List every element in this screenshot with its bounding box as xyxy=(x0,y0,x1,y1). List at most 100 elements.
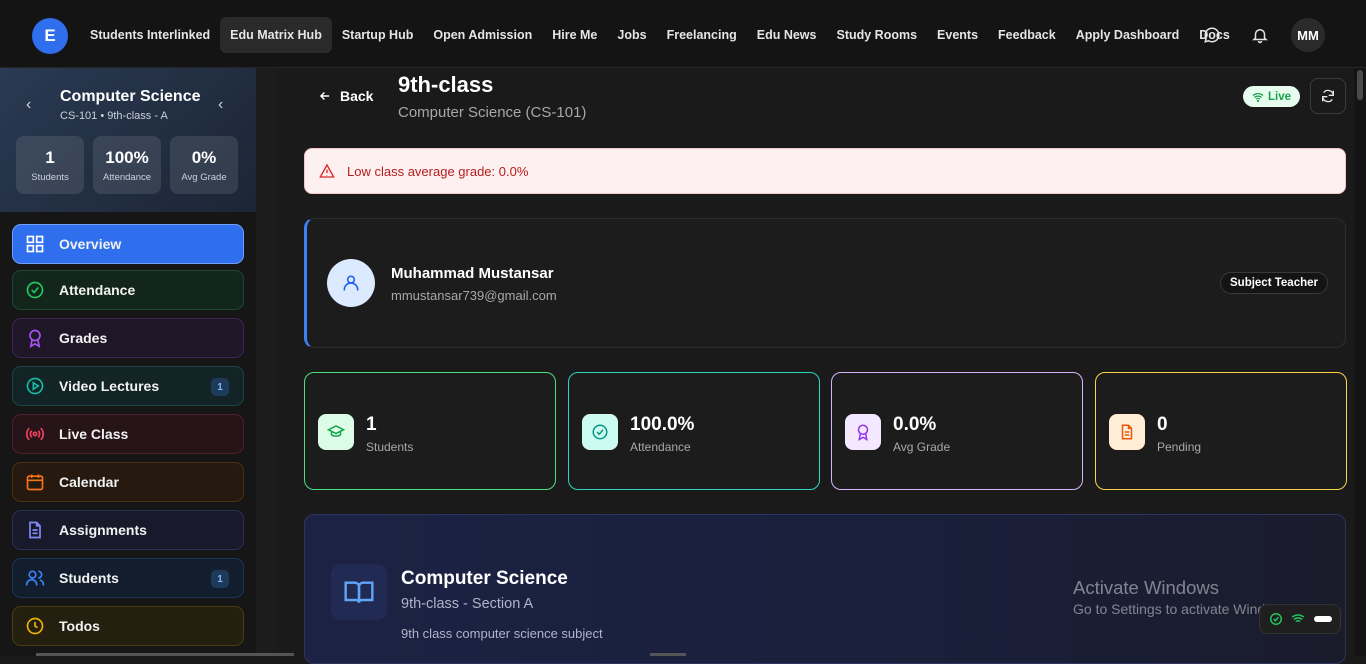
back-label: Back xyxy=(340,88,374,104)
nav-link-hire-me[interactable]: Hire Me xyxy=(542,17,607,53)
sidebar-item-grades[interactable]: Grades xyxy=(12,318,244,358)
nav-link-startup-hub[interactable]: Startup Hub xyxy=(332,17,424,53)
sidebar-item-label: Live Class xyxy=(59,426,129,442)
stat-value: 1 xyxy=(366,414,377,435)
sidebar-item-video-lectures[interactable]: Video Lectures 1 xyxy=(12,366,244,406)
sidebar-item-label: Grades xyxy=(59,330,108,346)
sidebar-item-live-class[interactable]: Live Class xyxy=(12,414,244,454)
nav-link-feedback[interactable]: Feedback xyxy=(988,17,1066,53)
nav-link-edu-matrix-hub[interactable]: Edu Matrix Hub xyxy=(220,17,332,53)
stat-label: Attendance xyxy=(630,440,691,454)
sidebar-item-label: Attendance xyxy=(59,282,136,298)
sidebar-item-students[interactable]: Students 1 xyxy=(12,558,244,598)
stat-label: Avg Grade xyxy=(893,440,951,454)
status-tray[interactable] xyxy=(1259,604,1341,634)
stat-value: 100.0% xyxy=(630,414,695,435)
live-status-badge: Live xyxy=(1243,86,1301,107)
course-title: Computer Science xyxy=(60,88,201,105)
check-circle-icon xyxy=(1269,613,1282,625)
refresh-button[interactable] xyxy=(1310,78,1346,114)
nav-links: Students Interlinked Edu Matrix Hub Star… xyxy=(80,17,1240,53)
stat-card-students: 1 Students xyxy=(304,372,556,490)
teacher-card: Muhammad Mustansar mmustansar739@gmail.c… xyxy=(304,218,1346,348)
book-icon xyxy=(331,564,387,620)
logo-letter: E xyxy=(44,26,56,45)
calendar-icon xyxy=(26,474,44,491)
wifi-icon xyxy=(1252,92,1264,102)
app-logo[interactable]: E xyxy=(32,18,68,54)
subject-section: 9th-class - Section A xyxy=(401,596,534,612)
teacher-avatar xyxy=(327,259,375,307)
sidebar-item-label: Assignments xyxy=(59,522,147,538)
sidebar-item-assignments[interactable]: Assignments xyxy=(12,510,244,550)
windows-watermark-title: Activate Windows xyxy=(1073,577,1219,598)
file-icon xyxy=(1109,414,1145,450)
collapse-chevron-icon[interactable]: ‹ xyxy=(218,96,223,114)
nav-link-jobs[interactable]: Jobs xyxy=(607,17,656,53)
stat-card-attendance: 100.0% Attendance xyxy=(568,372,820,490)
mini-stat-attendance: 100% Attendance xyxy=(93,136,161,194)
sidebar-item-label: Overview xyxy=(59,236,122,252)
teacher-email: mmustansar739@gmail.com xyxy=(391,288,557,303)
low-grade-alert: Low class average grade: 0.0% xyxy=(304,148,1346,194)
count-badge: 1 xyxy=(211,378,229,396)
sidebar-item-label: Todos xyxy=(59,618,100,634)
grid-icon xyxy=(26,235,44,253)
stat-label: Students xyxy=(366,440,414,454)
clock-icon xyxy=(26,617,44,635)
page-subtitle: Computer Science (CS-101) xyxy=(398,104,587,121)
nav-link-events[interactable]: Events xyxy=(927,17,988,53)
live-label: Live xyxy=(1268,90,1292,103)
message-icon[interactable] xyxy=(1203,26,1221,44)
nav-link-apply-dashboard[interactable]: Apply Dashboard xyxy=(1066,17,1190,53)
page-title: 9th-class xyxy=(398,72,494,97)
check-circle-icon xyxy=(26,281,44,299)
users-icon xyxy=(25,570,45,586)
sidebar-item-label: Students xyxy=(59,570,119,586)
stat-card-avg-grade: 0.0% Avg Grade xyxy=(831,372,1083,490)
sidebar-item-label: Video Lectures xyxy=(59,378,160,394)
user-avatar[interactable]: MM xyxy=(1291,18,1325,52)
mini-stat-students: 1 Students xyxy=(16,136,84,194)
mini-stat-value: 0% xyxy=(191,148,217,167)
graduation-cap-icon xyxy=(318,414,354,450)
bell-icon[interactable] xyxy=(1251,26,1269,44)
minimize-bar-icon xyxy=(1313,616,1332,622)
mini-stat-avg-grade: 0% Avg Grade xyxy=(170,136,238,194)
mini-stat-label: Students xyxy=(31,172,69,183)
stat-label: Pending xyxy=(1157,440,1202,454)
nav-link-study-rooms[interactable]: Study Rooms xyxy=(826,17,927,53)
sidebar-item-overview[interactable]: Overview xyxy=(12,224,244,264)
sidebar-item-todos[interactable]: Todos xyxy=(12,606,244,646)
scrollbar-thumb[interactable] xyxy=(1357,70,1363,100)
award-icon xyxy=(29,329,41,348)
user-icon xyxy=(343,275,359,291)
sidebar-gutter xyxy=(256,68,278,656)
stat-value: 0 xyxy=(1157,414,1168,435)
file-icon xyxy=(29,521,41,539)
back-button[interactable]: Back xyxy=(318,88,373,104)
course-header-card: ‹ ‹ Computer Science CS-101 • 9th-class … xyxy=(0,68,256,212)
course-sidebar: ‹ ‹ Computer Science CS-101 • 9th-class … xyxy=(0,68,256,656)
course-subtitle: CS-101 • 9th-class - A xyxy=(60,110,168,122)
award-icon xyxy=(845,414,881,450)
mini-stat-label: Avg Grade xyxy=(181,172,227,183)
nav-link-freelancing[interactable]: Freelancing xyxy=(657,17,747,53)
alert-text: Low class average grade: 0.0% xyxy=(347,163,529,179)
chevron-left-icon[interactable]: ‹ xyxy=(26,96,31,114)
mini-stat-value: 1 xyxy=(45,148,55,167)
play-icon xyxy=(26,377,44,395)
page-scrollbar[interactable] xyxy=(1354,68,1366,656)
nav-link-open-admission[interactable]: Open Admission xyxy=(423,17,542,53)
refresh-icon xyxy=(1322,89,1334,103)
nav-link-students-interlinked[interactable]: Students Interlinked xyxy=(80,17,220,53)
broadcast-icon xyxy=(25,427,45,441)
sidebar-item-label: Calendar xyxy=(59,474,119,490)
wifi-icon xyxy=(1291,614,1305,623)
check-circle-icon xyxy=(582,414,618,450)
stat-card-pending: 0 Pending xyxy=(1095,372,1347,490)
mini-stat-label: Attendance xyxy=(102,172,152,183)
sidebar-item-attendance[interactable]: Attendance xyxy=(12,270,244,310)
sidebar-item-calendar[interactable]: Calendar xyxy=(12,462,244,502)
nav-link-edu-news[interactable]: Edu News xyxy=(747,17,827,53)
